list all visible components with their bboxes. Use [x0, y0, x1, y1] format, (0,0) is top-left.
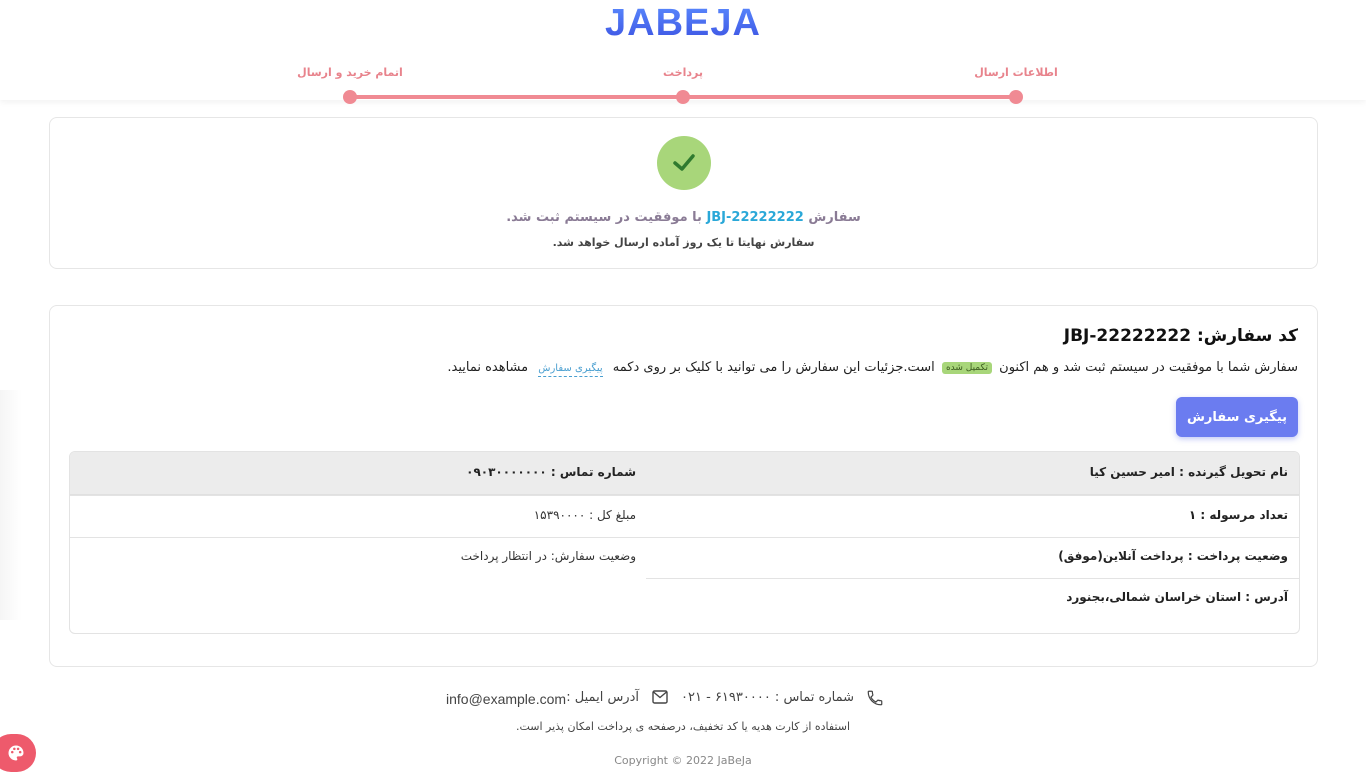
- check-icon: [673, 154, 695, 171]
- order-status-badge: تکمیل شده: [941, 362, 992, 374]
- step-dot-shipping: [1009, 90, 1023, 104]
- success-card: سفارش JBJ-22222222 با موفقیت در سیستم ثب…: [49, 117, 1318, 269]
- step-dot-payment: [676, 90, 690, 104]
- shipping-address: آدرس : استان خراسان شمالی،بجنورد: [1066, 590, 1288, 604]
- row-divider: [70, 495, 1299, 496]
- success-message: سفارش JBJ-22222222 با موفقیت در سیستم ثب…: [50, 210, 1317, 225]
- success-badge: [657, 136, 711, 190]
- order-info-table: نام تحویل گیرنده : امیر حسین کیا شماره ت…: [69, 451, 1300, 634]
- order-desc-part2: است.جزئیات این سفارش را می توانید با کلی…: [612, 360, 935, 375]
- footer-note: استفاده از کارت هدیه یا کد تخفیف، درصفحه…: [515, 720, 851, 733]
- order-status: وضعیت سفارش: در انتظار پرداخت: [460, 549, 636, 563]
- footer-email[interactable]: info@example.com: [446, 691, 566, 707]
- success-prefix: سفارش: [808, 210, 861, 225]
- success-suffix: با موفقیت در سیستم ثبت شد.: [506, 210, 702, 225]
- brand-logo[interactable]: JABEJA: [0, 2, 1366, 45]
- track-order-link[interactable]: پیگیری سفارش: [538, 363, 603, 377]
- step-label-shipping: اطلاعات ارسال: [974, 66, 1058, 79]
- side-shadow: [0, 390, 22, 620]
- row-divider: [70, 537, 1299, 538]
- footer-email-label: آدرس ایمیل :: [566, 690, 639, 705]
- contact-phone: شماره تماس : ۰۹۰۳۰۰۰۰۰۰۰: [466, 465, 636, 479]
- order-code-title: کد سفارش: JBJ-22222222: [1063, 326, 1298, 346]
- footer-phone: شماره تماس : ۶۱۹۳۰۰۰۰ - ۰۲۱: [681, 690, 854, 705]
- order-desc-part1: سفارش شما با موفقیت در سیستم ثبت شد و هم…: [999, 360, 1298, 375]
- success-subtext: سفارش نهایتا تا یک روز آماده ارسال خواهد…: [552, 236, 815, 249]
- phone-icon: [867, 690, 883, 706]
- footer-copyright: Copyright © 2022 JaBeJa: [614, 754, 752, 767]
- order-desc-part3: مشاهده نمایید.: [447, 360, 529, 375]
- step-label-payment: پرداخت: [663, 66, 703, 79]
- step-label-complete: اتمام خرید و ارسال: [297, 66, 403, 79]
- order-description: سفارش شما با موفقیت در سیستم ثبت شد و هم…: [447, 360, 1298, 377]
- checkout-stepper: اطلاعات ارسال پرداخت اتمام خرید و ارسال: [297, 60, 1060, 104]
- palette-icon: [8, 745, 24, 761]
- mail-icon: [652, 690, 668, 704]
- track-order-button[interactable]: پیگیری سفارش: [1176, 397, 1298, 437]
- success-order-code: JBJ-22222222: [706, 210, 804, 225]
- recipient-name: نام تحویل گیرنده : امیر حسین کیا: [1089, 465, 1288, 479]
- row-divider: [646, 578, 1299, 579]
- header: JABEJA اطلاعات ارسال پرداخت اتمام خرید و…: [0, 0, 1366, 104]
- payment-status: وضعیت پرداخت : پرداخت آنلاین(موفق): [1058, 549, 1288, 563]
- step-dot-complete: [343, 90, 357, 104]
- order-details-card: کد سفارش: JBJ-22222222 سفارش شما با موفق…: [49, 305, 1318, 667]
- parcel-count: تعداد مرسوله : ۱: [1188, 508, 1288, 522]
- total-amount: مبلغ کل : ۱۵۳۹۰۰۰۰: [533, 508, 636, 522]
